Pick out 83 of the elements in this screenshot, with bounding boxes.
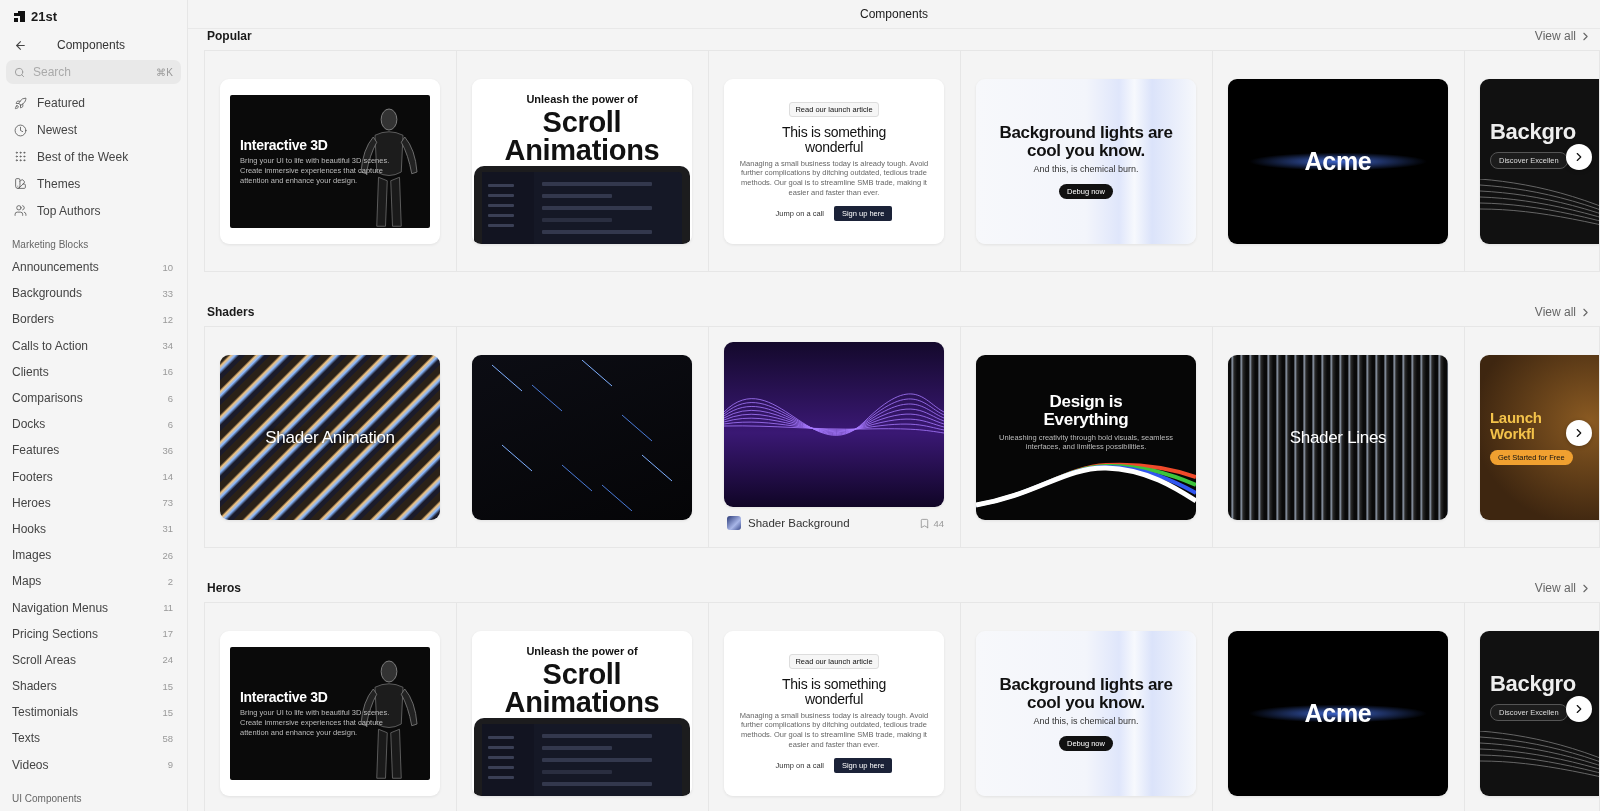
section-title: Shaders bbox=[207, 305, 255, 319]
category-count: 31 bbox=[162, 523, 173, 535]
category-item[interactable]: Testimonials 15 bbox=[6, 699, 181, 726]
category-count: 26 bbox=[162, 549, 173, 561]
preview-headline: Background lights are cool you know. bbox=[999, 676, 1173, 712]
brand-name: 21st bbox=[31, 8, 58, 24]
category-item[interactable]: Features 36 bbox=[6, 437, 181, 464]
sidebar-nav-item[interactable]: Best of the Week bbox=[6, 143, 181, 171]
category-item[interactable]: Clients 16 bbox=[6, 358, 181, 385]
category-count: 16 bbox=[162, 366, 173, 378]
component-preview[interactable]: Shader Lines bbox=[1228, 355, 1448, 520]
component-preview[interactable]: Acme bbox=[1228, 631, 1448, 796]
sidebar-group-title: UI Components bbox=[11, 791, 83, 806]
view-all-link[interactable]: View all bbox=[1534, 29, 1592, 43]
category-count: 73 bbox=[162, 497, 173, 509]
category-item[interactable]: Hooks 31 bbox=[6, 515, 181, 543]
category-count: 10 bbox=[162, 261, 173, 273]
category-count: 11 bbox=[163, 602, 173, 613]
component-preview[interactable]: Unleash the power of Scroll Animations bbox=[472, 79, 692, 244]
preview-description: And this, is chemical burn. bbox=[1033, 164, 1139, 176]
category-count: 14 bbox=[162, 471, 173, 483]
category-count: 58 bbox=[162, 732, 173, 744]
category-count: 15 bbox=[162, 680, 173, 692]
category-count: 6 bbox=[167, 392, 173, 404]
category-item[interactable]: Docks 6 bbox=[6, 411, 181, 438]
preview-headline: Background lights are cool you know. bbox=[999, 124, 1173, 160]
shortcut-hint: ⌘K bbox=[156, 66, 173, 78]
category-item[interactable]: Backgrounds 33 bbox=[6, 280, 181, 307]
category-item[interactable]: Scroll Areas 24 bbox=[6, 646, 181, 673]
view-all-link[interactable]: View all bbox=[1534, 581, 1592, 595]
category-count: 9 bbox=[167, 759, 173, 771]
category-item[interactable]: Maps 2 bbox=[6, 568, 181, 595]
category-item[interactable]: Footers 14 bbox=[6, 463, 181, 490]
sidebar-nav-item[interactable]: Themes bbox=[6, 170, 181, 198]
preview-description: And this, is chemical burn. bbox=[1033, 716, 1139, 728]
category-item[interactable]: Images 26 bbox=[6, 542, 181, 569]
preview-headline: Scroll Animations bbox=[504, 109, 660, 165]
preview-kicker: Unleash the power of bbox=[526, 645, 638, 657]
section-title: Heros bbox=[207, 581, 241, 595]
preview-headline: Interactive 3D bbox=[240, 689, 328, 705]
preview-headline: Acme bbox=[1304, 148, 1372, 175]
sidebar-group-title: Marketing Blocks bbox=[11, 238, 90, 252]
preview-headline: Design is Everything bbox=[1043, 392, 1129, 429]
category-item[interactable]: Videos 9 bbox=[6, 751, 181, 778]
category-item[interactable]: Navigation Menus 11 bbox=[6, 594, 181, 621]
category-count: 15 bbox=[162, 706, 173, 718]
preview-headline: Interactive 3D bbox=[240, 137, 328, 153]
view-all-link[interactable]: View all bbox=[1534, 305, 1592, 319]
sidebar-nav-item[interactable]: Top Authors bbox=[6, 197, 181, 224]
category-item[interactable]: Comparisons 6 bbox=[6, 384, 181, 412]
category-item[interactable]: Shaders 15 bbox=[6, 673, 181, 700]
category-item[interactable]: Calls to Action 34 bbox=[6, 332, 181, 359]
category-count: 17 bbox=[162, 628, 173, 640]
preview-headline: This is something wonderful bbox=[782, 125, 886, 155]
category-item[interactable]: Announcements 10 bbox=[6, 254, 181, 281]
component-preview[interactable]: Unleash the power of Scroll Animations bbox=[472, 631, 692, 796]
category-count: 33 bbox=[162, 287, 173, 299]
category-count: 36 bbox=[162, 444, 173, 456]
section-title: Popular bbox=[207, 29, 252, 43]
preview-headline: This is something wonderful bbox=[782, 677, 886, 707]
category-count: 34 bbox=[162, 340, 173, 352]
category-count: 6 bbox=[167, 418, 173, 430]
preview-kicker: Unleash the power of bbox=[526, 93, 638, 105]
category-item[interactable]: Texts 58 bbox=[6, 725, 181, 752]
category-count: 12 bbox=[162, 313, 173, 325]
category-count: 24 bbox=[162, 654, 173, 666]
sidebar-nav-item[interactable]: Featured bbox=[6, 90, 181, 117]
preview-headline: Backgro bbox=[1490, 672, 1576, 696]
page-title: Components bbox=[859, 7, 928, 21]
preview-headline: Launch Workfl bbox=[1490, 410, 1542, 442]
preview-headline: Scroll Animations bbox=[504, 661, 660, 717]
search-input[interactable]: Search bbox=[31, 64, 151, 80]
category-item[interactable]: Heroes 73 bbox=[6, 489, 181, 516]
sidebar-nav-item[interactable]: Newest bbox=[6, 116, 181, 144]
card-title[interactable]: Shader Background bbox=[748, 517, 913, 529]
preview-headline: Backgro bbox=[1490, 120, 1576, 144]
category-count: 2 bbox=[167, 575, 173, 587]
preview-headline: Acme bbox=[1304, 700, 1372, 727]
category-item[interactable]: Borders 12 bbox=[6, 306, 181, 333]
component-preview[interactable]: Acme bbox=[1228, 79, 1448, 244]
sidebar-title: Components bbox=[55, 38, 126, 52]
preview-headline: Shader Lines bbox=[1289, 428, 1387, 447]
category-item[interactable]: Pricing Sections 17 bbox=[6, 620, 181, 647]
